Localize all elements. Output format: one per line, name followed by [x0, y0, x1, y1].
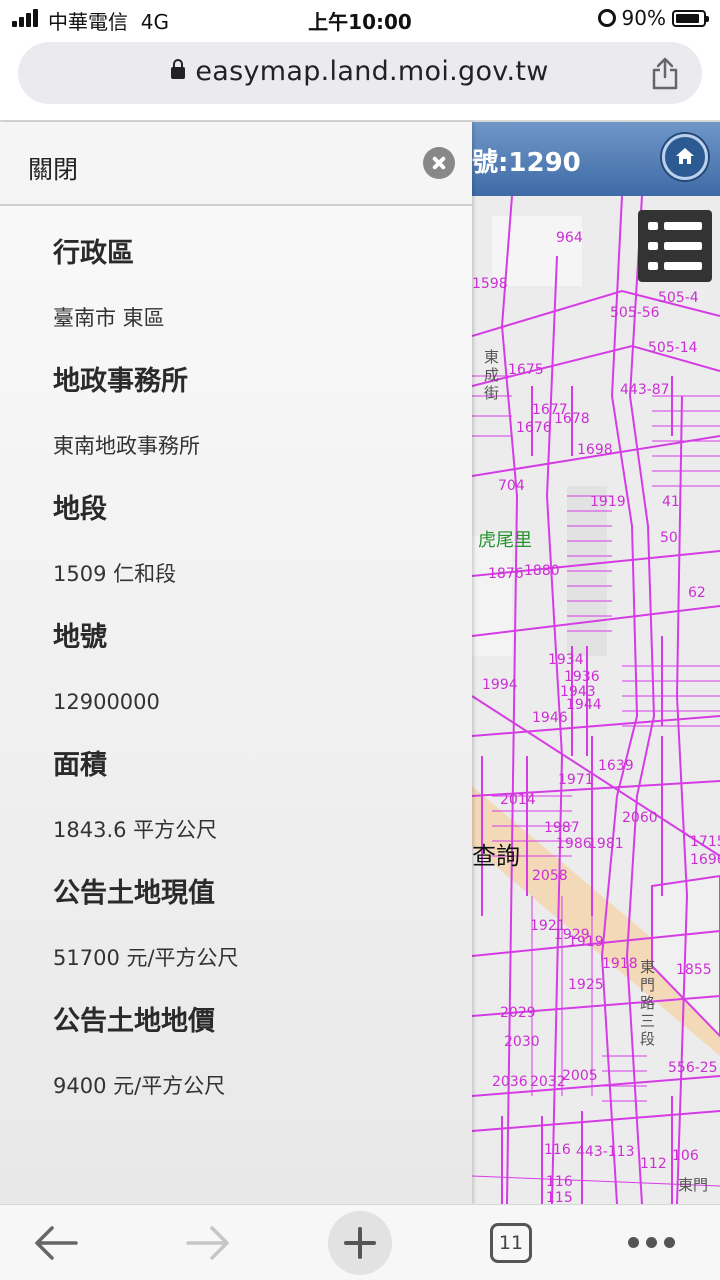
map-parcel-label: 112	[640, 1156, 667, 1172]
map-parcel-label: 964	[556, 230, 583, 246]
map-parcel-label: 1676	[516, 420, 552, 436]
battery-icon	[672, 9, 709, 27]
map-parcel-label: 2030	[504, 1034, 540, 1050]
map-parcel-label: 1934	[548, 652, 584, 668]
map-parcel-label: 1918	[602, 956, 638, 972]
map-parcel-label: 704	[498, 478, 525, 494]
map-parcel-label: 116	[546, 1174, 573, 1190]
map-parcel-label: 115	[546, 1190, 573, 1204]
close-label[interactable]: 關閉	[28, 150, 78, 186]
map-parcel-label: 1855	[676, 962, 712, 978]
address-bar[interactable]: easymap.land.moi.gov.tw	[18, 42, 702, 104]
browser-toolbar: 11	[0, 1204, 720, 1280]
section-label: 地段	[53, 494, 107, 525]
map-street-label: 東門路三段	[640, 958, 656, 1048]
map-parcel-label: 1971	[558, 772, 594, 788]
district-value: 臺南市 東區	[53, 306, 165, 330]
map-parcel-label: 1876	[488, 566, 524, 582]
share-icon[interactable]	[650, 56, 680, 90]
map-parcel-label: 1994	[482, 677, 518, 693]
battery-percent: 90%	[621, 6, 666, 30]
url-text: easymap.land.moi.gov.tw	[195, 56, 549, 87]
map-parcel-label: 443-113	[576, 1144, 635, 1160]
more-options-button[interactable]	[624, 1205, 680, 1280]
alarm-icon	[597, 9, 616, 27]
map-parcel-label: 1675	[508, 362, 544, 378]
forward-button[interactable]	[180, 1205, 236, 1280]
cadastral-map[interactable]: 號:1290 964 1598 505-4 505-56 505-14 1675…	[472, 122, 720, 1204]
map-parcel-label: 1598	[472, 276, 508, 292]
map-parcel-label: 1936	[564, 669, 600, 685]
announced-land-value: 51700 元/平方公尺	[53, 946, 239, 970]
area-label: 面積	[53, 750, 107, 781]
map-parcel-label: 2005	[562, 1068, 598, 1084]
map-parcel-label: 1987	[544, 820, 580, 836]
map-parcel-label: 1678	[554, 411, 590, 427]
map-parcel-label: 443-87	[620, 382, 670, 398]
map-parcel-label: 2058	[532, 868, 568, 884]
announced-land-price: 9400 元/平方公尺	[53, 1074, 226, 1098]
map-parcel-label: 2032	[530, 1074, 566, 1090]
status-right: 90%	[597, 6, 709, 30]
close-icon[interactable]	[423, 147, 455, 179]
map-parcel-label: 116	[544, 1142, 571, 1158]
map-parcel-label: 1986	[556, 836, 592, 852]
map-street-label: 東門	[678, 1176, 709, 1194]
map-parcel-label: 50	[660, 530, 678, 546]
map-parcel-label: 2029	[500, 1005, 536, 1021]
map-parcel-label: 1919	[590, 494, 626, 510]
new-tab-button[interactable]	[328, 1211, 392, 1275]
map-parcel-label: 2060	[622, 810, 658, 826]
map-parcel-label: 106	[672, 1148, 699, 1164]
parcel-number-label: 地號	[53, 622, 107, 653]
section-value: 1509 仁和段	[53, 562, 177, 586]
map-parcel-label: 1946	[532, 710, 568, 726]
parcel-info-list: 行政區 臺南市 東區 地政事務所 東南地政事務所 地段 1509 仁和段 地號 …	[53, 232, 453, 1128]
map-parcel-label: 1639	[598, 758, 634, 774]
forward-arrow-icon	[186, 1226, 229, 1260]
parcel-info-drawer: 關閉 行政區 臺南市 東區 地政事務所 東南地政事務所 地段 1509 仁和段 …	[0, 122, 472, 1204]
map-parcel-label: 1880	[524, 563, 560, 579]
map-parcel-label: 1696	[690, 852, 720, 868]
map-street-label: 東成街	[484, 348, 500, 402]
map-parcel-label: 1698	[577, 442, 613, 458]
drawer-header: 關閉	[0, 122, 472, 206]
url-display[interactable]: easymap.land.moi.gov.tw	[18, 56, 702, 87]
parcel-number-value: 12900000	[53, 690, 160, 714]
map-parcel-label: 1944	[566, 697, 602, 713]
home-button[interactable]	[662, 134, 708, 180]
map-parcel-label: 505-14	[648, 340, 698, 356]
tabs-count-button[interactable]: 11	[490, 1223, 532, 1263]
map-parcel-label: 2014	[500, 792, 536, 808]
browser-address-area: easymap.land.moi.gov.tw	[0, 36, 720, 122]
back-button[interactable]	[28, 1205, 84, 1280]
home-icon	[676, 148, 694, 164]
land-office-value: 東南地政事務所	[53, 434, 200, 458]
back-arrow-icon	[35, 1226, 78, 1260]
map-parcel-label: 1715	[690, 834, 720, 850]
map-parcel-label: 505-4	[658, 290, 699, 306]
district-label: 行政區	[53, 238, 134, 269]
lock-icon	[171, 59, 186, 79]
map-parcel-label: 505-56	[610, 305, 660, 321]
map-parcel-label: 2036	[492, 1074, 528, 1090]
announced-land-value-label: 公告土地現值	[53, 878, 215, 909]
map-parcel-label: 41	[662, 494, 680, 510]
map-parcel-label: 556-25	[668, 1060, 718, 1076]
announced-land-price-label: 公告土地地價	[53, 1006, 215, 1037]
map-district-label: 虎尾里	[478, 530, 532, 551]
area-value: 1843.6 平方公尺	[53, 818, 218, 842]
status-bar: 中華電信 4G 上午10:00 90%	[0, 0, 720, 36]
map-header: 號:1290	[472, 122, 720, 196]
map-parcel-label: 62	[688, 585, 706, 601]
map-header-title: 號:1290	[472, 148, 581, 178]
map-parcel-label: 1925	[568, 977, 604, 993]
map-query-label[interactable]: 查詢	[472, 836, 520, 871]
map-parcel-label: 1981	[588, 836, 624, 852]
map-menu-button[interactable]	[638, 210, 712, 282]
land-office-label: 地政事務所	[53, 366, 188, 397]
map-parcel-label: 1919	[568, 934, 604, 950]
